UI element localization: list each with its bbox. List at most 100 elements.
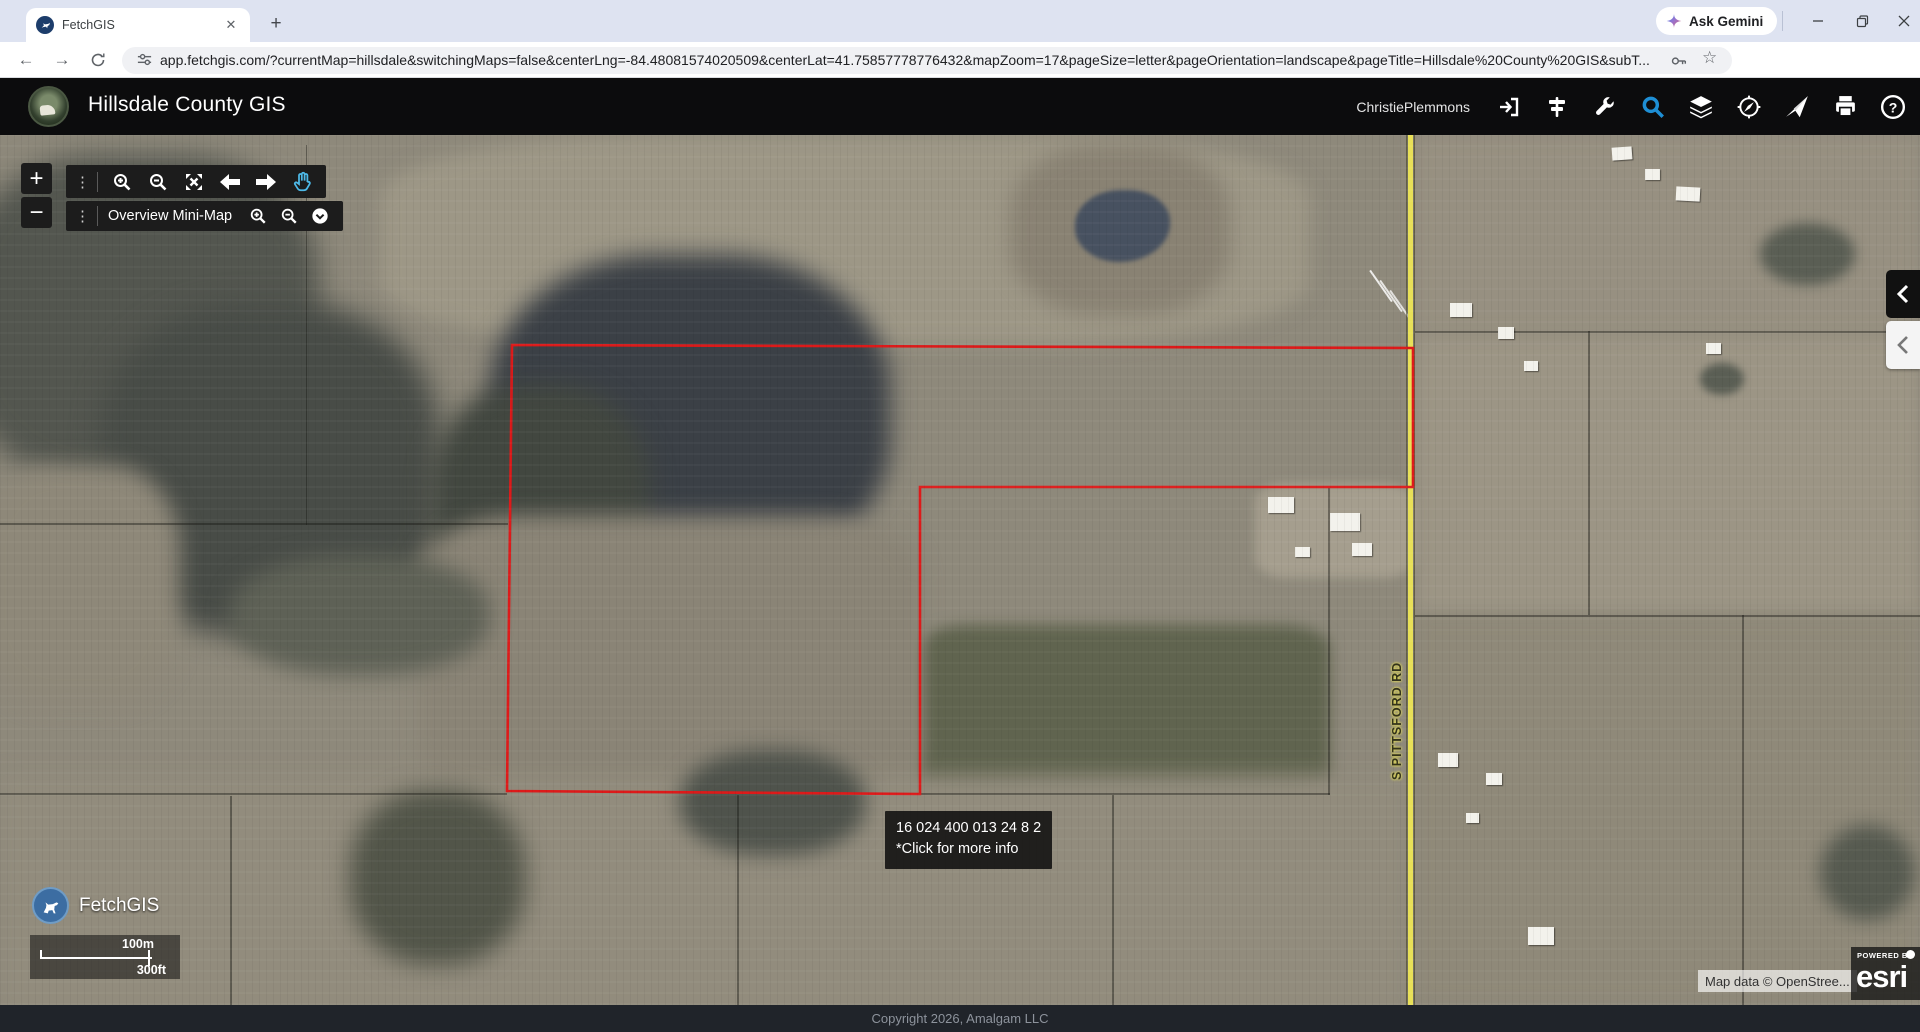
field-patch [420,515,920,805]
field-patch [1415,135,1920,335]
back-icon[interactable]: ← [12,46,40,74]
share-plane-icon[interactable] [1784,94,1810,120]
url-field[interactable]: app.fetchgis.com/?currentMap=hillsdale&s… [122,47,1732,74]
layers-icon[interactable] [1688,94,1714,120]
driveway-mark [1379,280,1402,312]
building [1268,497,1294,513]
driveway-mark [1369,270,1392,302]
building [1612,146,1633,160]
parcel-line [1415,331,1920,333]
parcel-line [1112,795,1114,1005]
help-icon[interactable]: ? [1880,94,1906,120]
compass-icon[interactable] [1736,94,1762,120]
bookmark-star-icon[interactable]: ☆ [1702,48,1717,68]
forest-patch [490,255,890,575]
browser-window: FetchGIS ✕ + Ask Gemini ← → [0,0,1920,1032]
esri-wordmark: esri [1856,959,1907,995]
url-text: app.fetchgis.com/?currentMap=hillsdale&s… [160,52,1660,68]
expand-panel-dark-button[interactable] [1886,270,1920,318]
browser-tab[interactable]: FetchGIS ✕ [26,8,250,42]
fetchgis-logo-icon[interactable] [32,887,69,924]
full-extent-icon[interactable] [176,165,212,198]
sign-in-icon[interactable] [1496,94,1522,120]
selected-parcel-outline [507,345,1413,794]
map-canvas[interactable]: S PITTSFORD RD + − ⋮ [0,135,1920,1005]
parcel-tooltip[interactable]: 16 024 400 013 24 8 2 *Click for more in… [885,811,1052,869]
building [1438,753,1458,767]
minimap-toolbar: ⋮ Overview Mini-Map [66,201,343,231]
esri-globe-icon [1906,950,1915,959]
minimap-label: Overview Mini-Map [104,208,242,224]
zoom-out-tool-icon[interactable] [140,165,176,198]
field-patch [1415,615,1920,1005]
pan-hand-icon[interactable] [284,165,320,198]
field-patch [0,775,1410,1005]
forest-patch [430,385,650,625]
zoom-out-button[interactable]: − [21,197,52,228]
farmyard-patch [1255,483,1415,578]
building [1676,186,1701,201]
zoom-in-button[interactable]: + [21,163,52,194]
woods-patch [350,790,525,965]
parcel-line [1742,615,1744,1005]
woods-patch [230,555,490,675]
fetchgis-brand-label: FetchGIS [79,895,159,917]
page-title: Hillsdale County GIS [88,93,286,117]
restore-button[interactable] [1840,0,1884,42]
new-tab-button[interactable]: + [262,10,290,38]
signpost-icon[interactable] [1544,94,1570,120]
parcel-line [1588,331,1590,615]
wrench-icon[interactable] [1592,94,1618,120]
minimap-zoom-out-icon[interactable] [273,201,304,231]
woods-patch [1700,363,1744,395]
divider [1782,11,1783,31]
minimize-button[interactable] [1796,0,1840,42]
expand-panel-light-button[interactable] [1886,321,1920,369]
print-icon[interactable] [1832,94,1858,120]
parcel-line [737,795,739,1005]
tooltip-hint: *Click for more info [896,839,1041,860]
forward-icon[interactable]: → [48,46,76,74]
password-key-icon[interactable] [1670,52,1688,75]
map-overlays [0,135,1920,1005]
building [1295,547,1310,557]
scale-imperial-label: 300ft [137,963,166,977]
field-patch [1415,335,1920,615]
scale-metric-label: 100m [122,937,154,951]
building [1352,543,1372,556]
site-settings-icon[interactable] [136,51,153,73]
minimap-collapse-icon[interactable] [304,201,335,231]
ask-gemini-button[interactable]: Ask Gemini [1656,7,1777,35]
tab-title: FetchGIS [62,18,214,32]
road-label: S PITTSFORD RD [1384,657,1410,785]
parcel-id: 16 024 400 013 24 8 2 [896,818,1041,839]
copyright-text: Copyright 2026, Amalgam LLC [871,1011,1048,1026]
fetchgis-favicon [36,16,54,34]
zoom-in-tool-icon[interactable] [104,165,140,198]
app-footer: Copyright 2026, Amalgam LLC [0,1005,1920,1032]
woods-patch [1760,223,1855,285]
next-extent-icon[interactable] [248,165,284,198]
map-attribution: Map data © OpenStree... [1698,970,1857,992]
field-patch [380,135,1310,345]
parcel-line [1328,487,1330,795]
previous-extent-icon[interactable] [212,165,248,198]
divider [97,172,98,192]
fetchgis-brand: FetchGIS [32,887,159,924]
drag-handle-icon[interactable]: ⋮ [66,207,97,225]
county-seal-logo [28,86,69,127]
parcel-line [0,793,507,795]
close-window-button[interactable] [1882,0,1920,42]
svg-text:?: ? [1889,99,1898,115]
building [1450,303,1472,317]
scale-bar: 100m 300ft [30,935,180,979]
tab-close-icon[interactable]: ✕ [222,16,240,34]
divider [97,206,98,226]
reload-icon[interactable] [84,46,112,74]
search-icon[interactable] [1640,94,1666,120]
minimap-zoom-in-icon[interactable] [242,201,273,231]
woods-patch [1820,825,1915,920]
road-line [1408,135,1413,1005]
gemini-sparkle-icon [1666,13,1682,29]
drag-handle-icon[interactable]: ⋮ [66,173,97,191]
